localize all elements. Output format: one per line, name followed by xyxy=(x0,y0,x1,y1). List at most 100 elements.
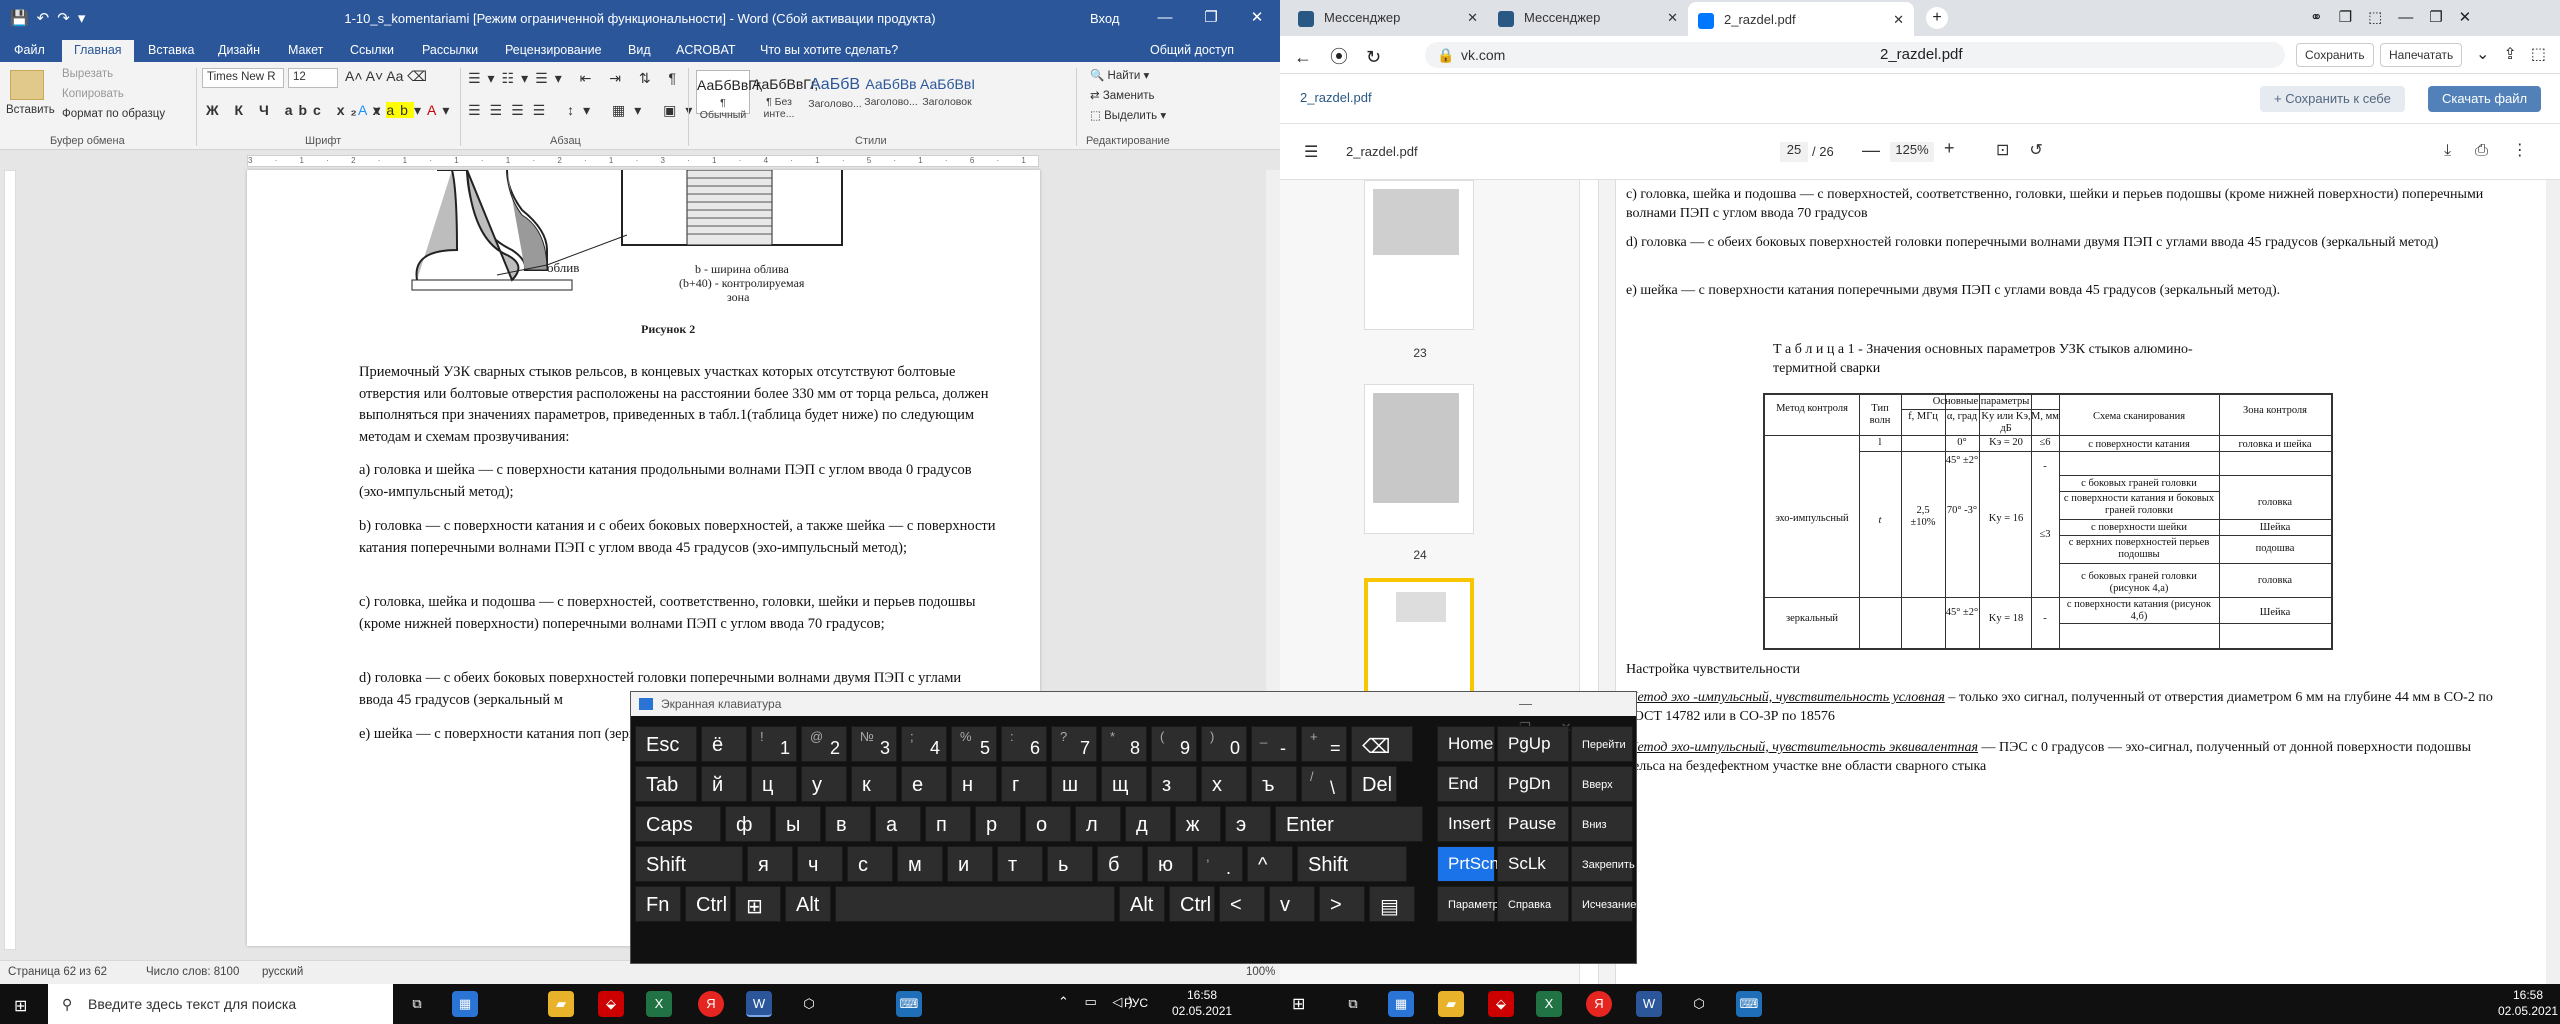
tab-references[interactable]: Ссылки xyxy=(350,43,394,57)
key-row4-3[interactable]: с xyxy=(847,846,893,882)
key-row2-9[interactable]: щ xyxy=(1101,766,1147,802)
key-row1-8[interactable]: ? 7 xyxy=(1051,726,1097,762)
copy-button[interactable]: Копировать xyxy=(62,88,124,100)
key-row2-10[interactable]: з xyxy=(1151,766,1197,802)
key-nav-3-1[interactable]: ScLk xyxy=(1497,846,1569,882)
fit-rotate-icons[interactable]: ⊡↺ xyxy=(1996,140,2063,160)
excel-icon[interactable]: X xyxy=(646,991,672,1017)
key-nav-0-1[interactable]: PgUp xyxy=(1497,726,1569,762)
font-size-select[interactable]: 12 xyxy=(288,68,338,88)
key-row3-5[interactable]: п xyxy=(925,806,971,842)
pdf-app-icon-2[interactable]: ⬙ xyxy=(1488,991,1514,1017)
url-field[interactable]: 🔒 vk.com xyxy=(1425,42,2285,68)
key-row2-7[interactable]: г xyxy=(1001,766,1047,802)
share-button[interactable]: Общий доступ xyxy=(1150,43,1234,57)
browser-action-icons[interactable]: ⌄⇪⬚ xyxy=(2476,44,2560,64)
key-row3-8[interactable]: л xyxy=(1075,806,1121,842)
key-nav-1-1[interactable]: PgDn xyxy=(1497,766,1569,802)
list-icons[interactable]: ☰▾☷▾☰▾ ⇤ ⇥ ⇅ ¶ xyxy=(468,70,683,87)
font-name-select[interactable]: Times New R xyxy=(202,68,284,88)
key-nav-1-2[interactable]: Вверх xyxy=(1571,766,1633,802)
tell-me-search[interactable]: Что вы хотите сделать? xyxy=(760,43,898,57)
key-row3-12[interactable]: Enter xyxy=(1275,806,1423,842)
key-row2-2[interactable]: ц xyxy=(751,766,797,802)
key-row1-2[interactable]: ! 1 xyxy=(751,726,797,762)
key-row1-5[interactable]: ; 4 xyxy=(901,726,947,762)
tab-insert[interactable]: Вставка xyxy=(148,43,194,57)
key-row4-5[interactable]: и xyxy=(947,846,993,882)
key-row4-11[interactable]: ^ xyxy=(1247,846,1293,882)
key-row3-4[interactable]: а xyxy=(875,806,921,842)
calculator-icon[interactable]: ▦ xyxy=(452,991,478,1017)
key-row5-9[interactable]: > xyxy=(1319,886,1365,922)
key-row3-11[interactable]: э xyxy=(1225,806,1271,842)
key-row4-12[interactable]: Shift xyxy=(1297,846,1407,882)
keyboard-taskbar-icon-2[interactable]: ⌨ xyxy=(1736,991,1762,1017)
thumbnail-24[interactable] xyxy=(1364,384,1474,534)
key-row4-2[interactable]: ч xyxy=(797,846,843,882)
key-row5-6[interactable]: Ctrl xyxy=(1169,886,1215,922)
yandex-icon[interactable]: Я xyxy=(698,991,724,1017)
key-nav-0-0[interactable]: Home xyxy=(1437,726,1495,762)
file-explorer-icon-2[interactable]: ▰ xyxy=(1438,991,1464,1017)
pdf-zoom-input[interactable]: 125% xyxy=(1890,142,1934,162)
key-row5-2[interactable]: ⊞ xyxy=(735,886,781,922)
thumbnail-23[interactable] xyxy=(1364,180,1474,330)
key-row4-7[interactable]: ь xyxy=(1047,846,1093,882)
key-row1-10[interactable]: (9 xyxy=(1151,726,1197,762)
key-row3-2[interactable]: ы xyxy=(775,806,821,842)
menu-icon[interactable]: ☰ xyxy=(1304,142,1318,162)
key-row1-9[interactable]: * 8 xyxy=(1101,726,1147,762)
close-icon[interactable]: ✕ xyxy=(1234,0,1280,38)
excel-icon-2[interactable]: X xyxy=(1536,991,1562,1017)
key-row3-1[interactable]: ф xyxy=(725,806,771,842)
tab-acrobat[interactable]: ACROBAT xyxy=(676,43,736,57)
key-nav-3-0[interactable]: PrtScn xyxy=(1437,846,1499,882)
style-heading2[interactable]: АаБбВв Заголово... xyxy=(864,70,918,114)
key-row5-1[interactable]: Ctrl xyxy=(685,886,731,922)
key-row2-8[interactable]: ш xyxy=(1051,766,1097,802)
taskbar-clock-2[interactable]: 16:58 02.05.2021 xyxy=(2498,987,2558,1019)
pdf-action-icons[interactable]: ⤓⎙⋮ xyxy=(2444,140,2552,160)
select-button[interactable]: ⬚ Выделить ▾ xyxy=(1090,108,1166,122)
key-row2-4[interactable]: к xyxy=(851,766,897,802)
print-button[interactable]: Напечатать xyxy=(2380,43,2463,67)
tab-mailings[interactable]: Рассылки xyxy=(422,43,478,57)
tab-file[interactable]: Файл xyxy=(14,43,45,57)
pdf-scrollbar[interactable] xyxy=(2546,180,2560,984)
key-row1-7[interactable]: :6 xyxy=(1001,726,1047,762)
tab-view[interactable]: Вид xyxy=(628,43,651,57)
horizontal-ruler[interactable]: 3 · 1 · 2 · 1 · 1 · 1 · 2 · 1 · 3 · 1 · … xyxy=(0,150,1280,170)
vertical-ruler[interactable] xyxy=(4,170,16,950)
key-row5-5[interactable]: Alt xyxy=(1119,886,1165,922)
calculator-icon-2[interactable]: ▦ xyxy=(1388,991,1414,1017)
key-row5-4[interactable] xyxy=(835,886,1115,922)
format-painter-button[interactable]: Формат по образцу xyxy=(62,108,165,120)
key-row1-12[interactable]: _ - xyxy=(1251,726,1297,762)
key-row2-11[interactable]: х xyxy=(1201,766,1247,802)
clipboard-icon[interactable] xyxy=(10,70,44,100)
save-button[interactable]: Сохранить xyxy=(2296,43,2374,67)
status-words[interactable]: Число слов: 8100 xyxy=(146,966,239,978)
key-row5-7[interactable]: < xyxy=(1219,886,1265,922)
key-row3-3[interactable]: в xyxy=(825,806,871,842)
start-icon[interactable]: ⊞ xyxy=(14,996,27,1016)
key-row4-1[interactable]: я xyxy=(747,846,793,882)
font-color-icons[interactable]: A▾ab▾A▾ xyxy=(358,102,455,119)
tab-messenger-2[interactable]: Мессенджер ✕ xyxy=(1488,0,1688,36)
key-row5-8[interactable]: v xyxy=(1269,886,1315,922)
paste-button[interactable]: Вставить xyxy=(6,104,55,116)
tab-review[interactable]: Рецензирование xyxy=(505,43,602,57)
cut-button[interactable]: Вырезать xyxy=(62,68,113,80)
window-controls[interactable]: ⚭❐⬚—❐✕ xyxy=(2310,8,2487,26)
yandex-icon-2[interactable]: Я xyxy=(1586,991,1612,1017)
tab-home[interactable]: Главная xyxy=(62,40,134,62)
key-row2-5[interactable]: е xyxy=(901,766,947,802)
status-page[interactable]: Страница 62 из 62 xyxy=(8,966,107,978)
save-to-me-button[interactable]: + Сохранить к себе xyxy=(2260,86,2405,112)
key-row4-0[interactable]: Shift xyxy=(635,846,743,882)
nav-icons[interactable]: ←⦿↻ xyxy=(1294,43,1399,69)
key-row1-3[interactable]: @2 xyxy=(801,726,847,762)
key-row3-0[interactable]: Caps xyxy=(635,806,721,842)
pdf-page-input[interactable]: 25 xyxy=(1780,142,1808,162)
